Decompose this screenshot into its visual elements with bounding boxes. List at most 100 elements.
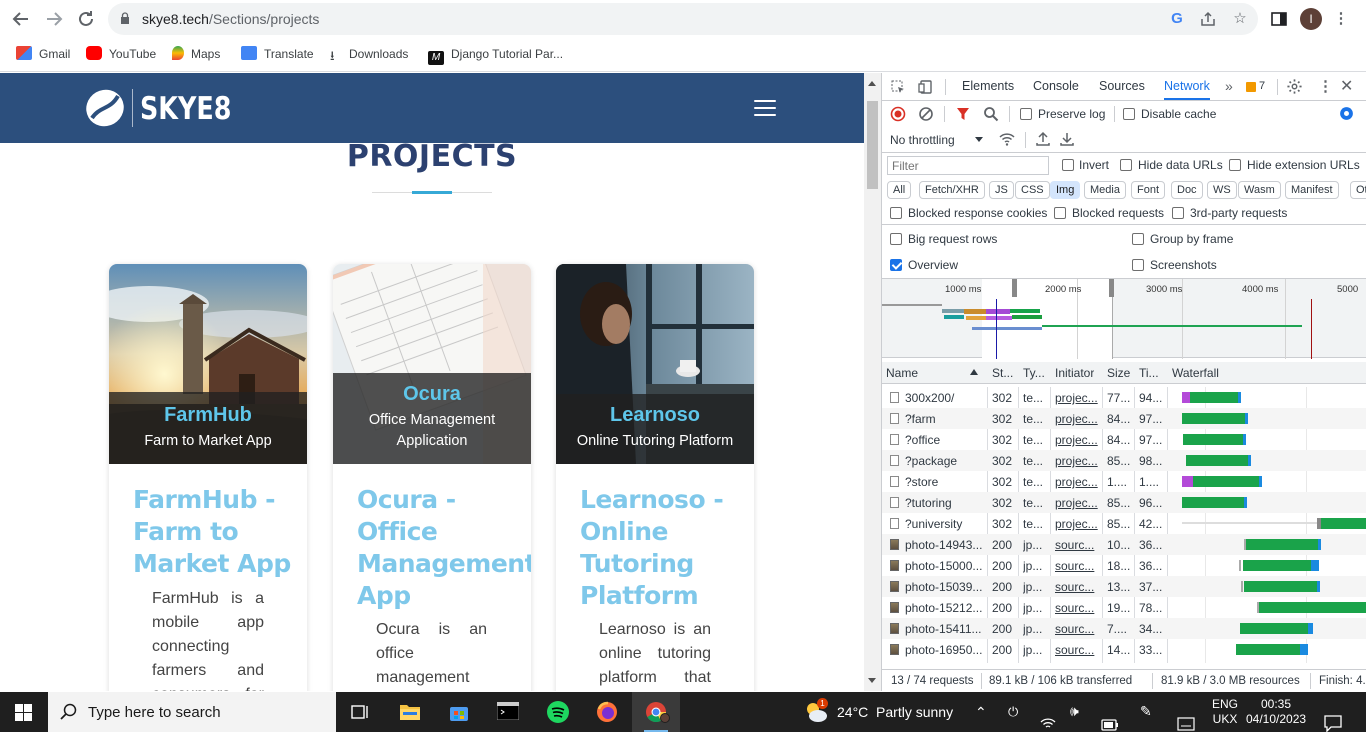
request-initiator[interactable]: projec... xyxy=(1055,391,1099,405)
wifi-icon[interactable] xyxy=(1040,704,1056,744)
inspect-element-icon[interactable] xyxy=(890,79,906,95)
network-conditions-wifi-icon[interactable] xyxy=(998,131,1016,147)
table-row[interactable]: ?store 302 te... projec... 1.... 1.... xyxy=(882,471,1366,492)
chip-media[interactable]: Media xyxy=(1084,181,1126,199)
spotify-icon[interactable] xyxy=(534,692,582,732)
card-title[interactable]: FarmHub - Farm to Market App xyxy=(133,484,293,580)
filter-input[interactable] xyxy=(887,156,1049,175)
devtools-menu-icon[interactable]: ⋮ xyxy=(1318,77,1333,95)
forward-icon[interactable] xyxy=(42,7,66,31)
throttling-select[interactable]: No throttling xyxy=(890,133,955,147)
network-overview-timeline[interactable]: 1000 ms 2000 ms 3000 ms 4000 ms 5000 xyxy=(882,278,1366,359)
network-settings-gear-icon[interactable] xyxy=(1338,105,1355,122)
request-initiator[interactable]: projec... xyxy=(1055,517,1099,531)
scrollbar-thumb[interactable] xyxy=(867,101,878,189)
overview-handle-right[interactable] xyxy=(1109,279,1114,297)
scroll-down-icon[interactable] xyxy=(868,678,876,683)
overview-handle-left[interactable] xyxy=(1012,279,1017,297)
table-row[interactable]: ?university 302 te... projec... 85... 42... xyxy=(882,513,1366,534)
hamburger-menu-icon[interactable] xyxy=(754,100,776,118)
third-party-checkbox[interactable] xyxy=(1172,207,1184,219)
chip-img[interactable]: Img xyxy=(1050,181,1081,199)
page-scrollbar[interactable] xyxy=(864,73,881,691)
request-initiator[interactable]: projec... xyxy=(1055,496,1099,510)
big-request-rows-checkbox[interactable] xyxy=(890,233,902,245)
bookmark-maps[interactable]: Maps xyxy=(172,45,220,63)
tab-elements[interactable]: Elements xyxy=(962,73,1014,100)
pen-icon[interactable]: ✎ xyxy=(1140,703,1152,743)
tab-console[interactable]: Console xyxy=(1033,73,1079,100)
bookmark-django-tutorial[interactable]: M Django Tutorial Par... xyxy=(428,45,563,65)
request-initiator[interactable]: projec... xyxy=(1055,454,1099,468)
table-row[interactable]: ?package 302 te... projec... 85... 98... xyxy=(882,450,1366,471)
request-initiator[interactable]: sourc... xyxy=(1055,538,1099,552)
skye8-logo-icon[interactable] xyxy=(84,88,126,128)
chip-js[interactable]: JS xyxy=(989,181,1014,199)
column-status[interactable]: St... xyxy=(992,366,1013,380)
invert-checkbox[interactable] xyxy=(1062,159,1074,171)
sort-ascending-icon[interactable] xyxy=(970,369,978,375)
windows-start-icon[interactable] xyxy=(15,704,32,721)
chip-fetch-xhr[interactable]: Fetch/XHR xyxy=(919,181,985,199)
table-row[interactable]: ?office 302 te... projec... 84... 97... xyxy=(882,429,1366,450)
project-card-learnoso[interactable]: Learnoso Online Tutoring Platform Learno… xyxy=(556,264,754,691)
table-row[interactable]: ?tutoring 302 te... projec... 85... 96... xyxy=(882,492,1366,513)
hide-data-urls-checkbox[interactable] xyxy=(1120,159,1132,171)
microsoft-store-icon[interactable] xyxy=(435,692,483,732)
table-row[interactable]: photo-15039... 200 jp... sourc... 13... 37... xyxy=(882,576,1366,597)
export-har-icon[interactable] xyxy=(1059,131,1075,147)
card-title[interactable]: Learnoso - Online Tutoring Platform xyxy=(580,484,740,612)
chip-other[interactable]: Oth xyxy=(1350,181,1366,199)
clear-icon[interactable] xyxy=(918,106,934,122)
request-initiator[interactable]: sourc... xyxy=(1055,601,1099,615)
chrome-taskbar-icon[interactable] xyxy=(632,692,680,732)
request-initiator[interactable]: projec... xyxy=(1055,433,1099,447)
device-toolbar-icon[interactable] xyxy=(918,79,934,95)
column-initiator[interactable]: Initiator xyxy=(1055,366,1094,380)
request-initiator[interactable]: sourc... xyxy=(1055,580,1099,594)
weather-widget[interactable]: 1 24°C Partly sunny xyxy=(803,692,953,732)
table-row[interactable]: ?farm 302 te... projec... 84... 97... xyxy=(882,408,1366,429)
chip-font[interactable]: Font xyxy=(1131,181,1166,199)
project-card-farmhub[interactable]: FarmHub Farm to Market App FarmHub - Far… xyxy=(109,264,307,691)
record-stop-icon[interactable] xyxy=(890,106,906,122)
chip-manifest[interactable]: Manifest xyxy=(1285,181,1339,199)
search-icon[interactable] xyxy=(983,106,999,122)
bookmark-youtube[interactable]: YouTube xyxy=(86,45,156,63)
column-size[interactable]: Size xyxy=(1107,366,1130,380)
request-initiator[interactable]: sourc... xyxy=(1055,622,1099,636)
share-icon[interactable] xyxy=(1199,10,1217,28)
reload-icon[interactable] xyxy=(74,7,98,31)
task-view-icon[interactable] xyxy=(336,692,384,732)
overview-checkbox[interactable] xyxy=(890,259,902,271)
preserve-log-checkbox[interactable] xyxy=(1020,108,1032,120)
request-initiator[interactable]: projec... xyxy=(1055,412,1099,426)
clock[interactable]: 00:35 04/10/2023 xyxy=(1246,697,1306,737)
side-panel-icon[interactable] xyxy=(1270,10,1288,28)
profile-avatar[interactable]: I xyxy=(1300,8,1322,30)
show-hidden-icons[interactable]: ⌃ xyxy=(975,704,987,744)
blocked-requests-checkbox[interactable] xyxy=(1054,207,1066,219)
scroll-up-icon[interactable] xyxy=(868,81,876,86)
logo-text[interactable]: SKYE8 xyxy=(140,91,231,127)
card-title[interactable]: Ocura - Office Management App xyxy=(357,484,531,612)
chip-ws[interactable]: WS xyxy=(1207,181,1237,199)
tab-network[interactable]: Network xyxy=(1164,73,1210,100)
filter-icon[interactable] xyxy=(955,106,971,122)
hide-extension-urls-checkbox[interactable] xyxy=(1229,159,1241,171)
bookmark-star-icon[interactable]: ☆ xyxy=(1231,10,1249,28)
column-waterfall[interactable]: Waterfall xyxy=(1172,366,1219,380)
tab-sources[interactable]: Sources xyxy=(1099,73,1145,100)
table-row[interactable]: photo-16950... 200 jp... sourc... 14... 33... xyxy=(882,639,1366,660)
chip-doc[interactable]: Doc xyxy=(1171,181,1203,199)
request-initiator[interactable]: projec... xyxy=(1055,475,1099,489)
table-row[interactable]: photo-14943... 200 jp... sourc... 10... 36... xyxy=(882,534,1366,555)
request-initiator[interactable]: sourc... xyxy=(1055,559,1099,573)
chip-all[interactable]: All xyxy=(887,181,912,199)
google-translate-icon[interactable]: G xyxy=(1168,10,1186,28)
firefox-icon[interactable] xyxy=(583,692,631,732)
url-text[interactable]: skye8.tech/Sections/projects xyxy=(142,11,319,27)
battery-icon[interactable] xyxy=(1101,705,1119,745)
issues-icon[interactable] xyxy=(1246,82,1256,92)
chip-css[interactable]: CSS xyxy=(1015,181,1050,199)
